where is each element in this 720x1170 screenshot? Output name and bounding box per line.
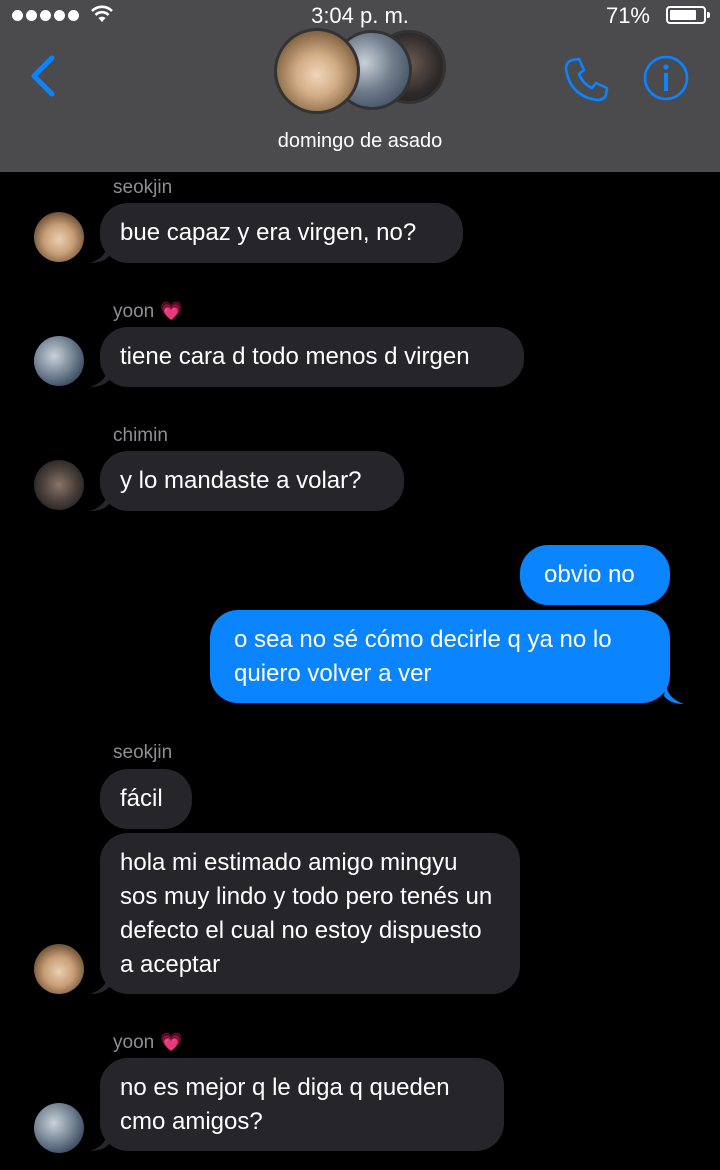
sender-name: seokjin [113,742,172,764]
message-bubble[interactable]: bue capaz y era virgen, no? [100,203,463,263]
message-text: no es mejor q le diga q queden cmo amigo… [120,1074,450,1135]
group-name[interactable]: domingo de asado [0,130,720,153]
message-text: fácil [120,785,163,812]
avatar-chimin[interactable] [34,460,84,510]
message-bubble[interactable]: no es mejor q le diga q queden cmo amigo… [100,1058,504,1151]
message-bubble[interactable]: hola mi estimado amigo mingyu sos muy li… [100,833,520,994]
status-bar: 3:04 p. m. 71% [0,0,720,30]
heart-emoji: 💗 [160,1032,183,1052]
message-text: bue capaz y era virgen, no? [120,219,417,246]
message-bubble-outgoing[interactable]: o sea no sé cómo decirle q ya no lo quie… [210,610,670,703]
avatar-yoon[interactable] [34,1103,84,1153]
phone-icon [564,57,609,102]
avatar-seokjin[interactable] [34,944,84,994]
message-text: y lo mandaste a volar? [120,467,362,494]
call-button[interactable] [562,54,612,104]
message-bubble[interactable]: y lo mandaste a volar? [100,451,404,511]
message-text: tiene cara d todo menos d virgen [120,343,470,370]
message-bubble[interactable]: fácil [100,769,192,829]
message-bubble[interactable]: tiene cara d todo menos d virgen [100,327,524,387]
sender-label: yoon [113,1032,155,1053]
avatar-seokjin[interactable] [34,212,84,262]
message-text: obvio no [544,561,635,588]
heart-emoji: 💗 [160,301,183,321]
battery-icon [666,6,710,24]
sender-label: chimin [113,425,168,446]
message-text: o sea no sé cómo decirle q ya no lo quie… [234,626,612,687]
sender-label: seokjin [113,177,173,198]
sender-label: yoon [113,301,155,322]
sender-name: chimin [113,425,168,447]
sender-label: seokjin [113,742,173,763]
message-bubble-outgoing[interactable]: obvio no [520,545,670,605]
group-member-avatar [274,28,360,114]
sender-name: yoon 💗 [113,1032,183,1054]
avatar-yoon[interactable] [34,336,84,386]
conversation-header: 3:04 p. m. 71% domingo de asado [0,0,720,172]
back-button[interactable] [28,54,60,98]
battery-percentage: 71% [605,3,650,28]
back-chevron-icon [31,55,55,97]
sender-name: yoon 💗 [113,301,183,323]
message-text: hola mi estimado amigo mingyu sos muy li… [120,849,493,978]
info-icon [643,55,689,101]
sender-name: seokjin [113,177,172,199]
group-avatar-stack[interactable] [272,28,452,118]
info-button[interactable] [642,54,690,102]
